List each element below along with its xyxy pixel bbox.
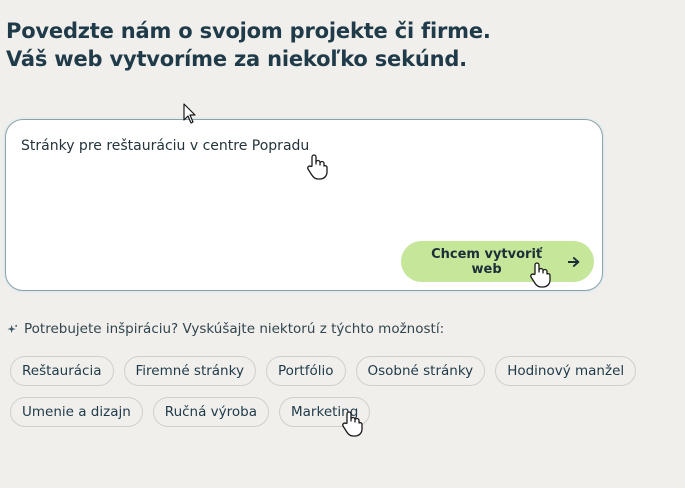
- suggestion-chips-row-2: Umenie a dizajn Ručná výroba Marketing: [10, 397, 371, 427]
- arrow-right-icon: [568, 256, 580, 267]
- inspiration-hint: Potrebujete inšpiráciu? Vyskúšajte niekt…: [7, 321, 444, 337]
- suggestion-chip-firemne-stranky[interactable]: Firemné stránky: [123, 356, 256, 386]
- page-headline: Povedzte nám o svojom projekte či firme.…: [6, 17, 491, 73]
- suggestion-chip-rucna-vyroba[interactable]: Ručná výroba: [152, 397, 270, 427]
- headline-line-1: Povedzte nám o svojom projekte či firme.: [6, 19, 491, 43]
- suggestion-chips-row-1: Reštaurácia Firemné stránky Portfólio Os…: [10, 356, 637, 386]
- project-description-value[interactable]: Stránky pre reštauráciu v centre Popradu: [21, 138, 309, 154]
- suggestion-chip-osobne-stranky[interactable]: Osobné stránky: [355, 356, 486, 386]
- sparkle-icon: [7, 324, 18, 333]
- suggestion-chip-restauracia[interactable]: Reštaurácia: [10, 356, 114, 386]
- suggestion-chip-portfolio[interactable]: Portfólio: [265, 356, 346, 386]
- headline-line-2: Váš web vytvoríme za niekoľko sekúnd.: [6, 47, 467, 71]
- suggestion-chip-marketing[interactable]: Marketing: [279, 397, 371, 427]
- project-description-input[interactable]: Stránky pre reštauráciu v centre Popradu…: [5, 119, 603, 291]
- inspiration-text: Potrebujete inšpiráciu? Vyskúšajte niekt…: [24, 321, 445, 337]
- suggestion-chip-umenie-a-dizajn[interactable]: Umenie a dizajn: [10, 397, 143, 427]
- create-website-label: Chcem vytvoriť web: [431, 246, 543, 277]
- suggestion-chip-hodinovy-manzel[interactable]: Hodinový manžel: [495, 356, 637, 386]
- create-website-button[interactable]: Chcem vytvoriť web: [401, 241, 594, 282]
